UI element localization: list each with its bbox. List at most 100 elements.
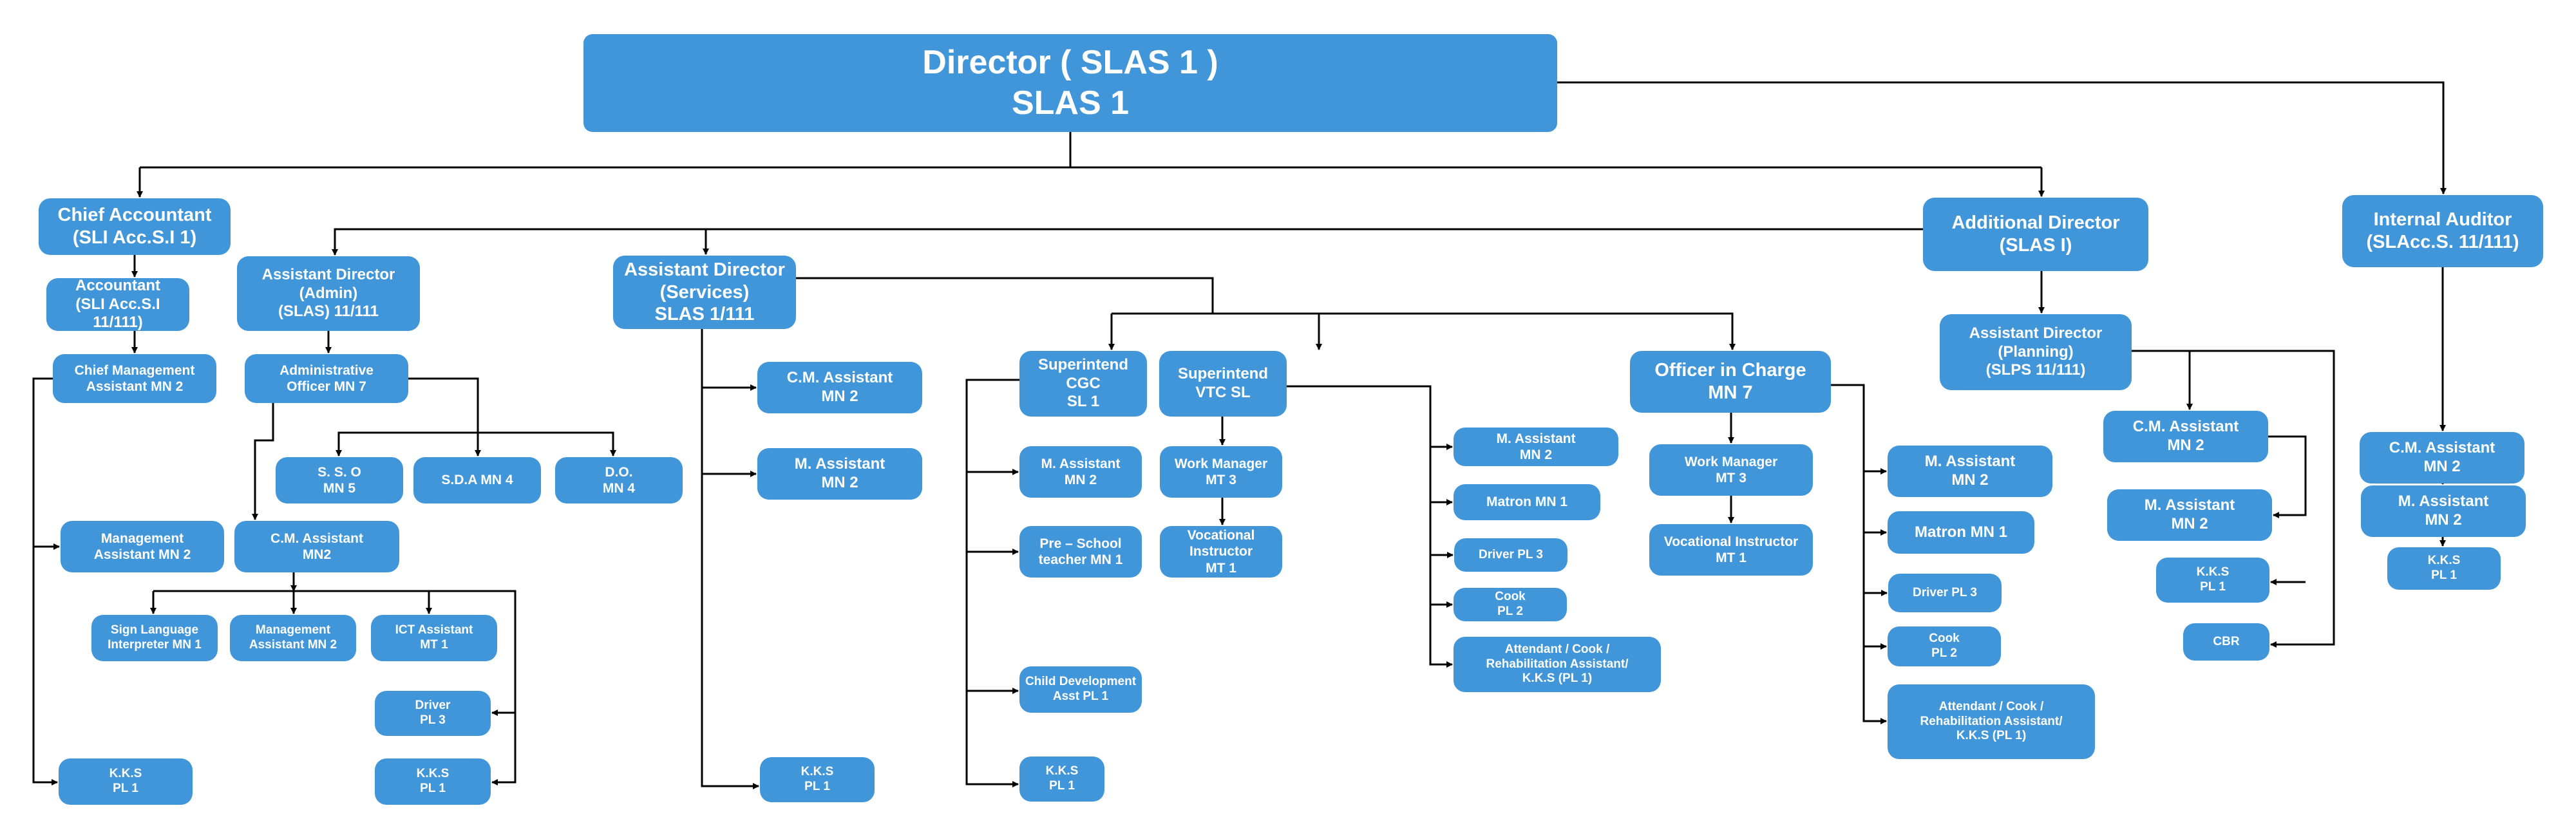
node-label: Driver PL 3 (415, 699, 451, 727)
node-label: Superintend VTC SL (1177, 365, 1268, 401)
node-label: S. S. O MN 5 (317, 464, 361, 496)
node-driver-vtc[interactable]: Driver PL 3 (1454, 538, 1567, 572)
node-label: Chief Accountant (SLI Acc.S.I 1) (57, 205, 212, 248)
node-work-manager-oic[interactable]: Work Manager MT 3 (1649, 444, 1813, 496)
node-cbr[interactable]: CBR (2183, 623, 2269, 661)
node-label: C.M. Assistant MN2 (270, 531, 363, 562)
node-m-assistant-planning[interactable]: M. Assistant MN 2 (2107, 489, 2272, 541)
node-label: Management Assistant MN 2 (249, 623, 337, 652)
node-label: Internal Auditor (SLAcc.S. 11/111) (2366, 209, 2519, 252)
node-sda[interactable]: S.D.A MN 4 (413, 457, 541, 503)
node-cook-vtc[interactable]: Cook PL 2 (1454, 588, 1567, 621)
node-label: Driver PL 3 (1913, 585, 1977, 599)
node-label: K.K.S PL 1 (2427, 554, 2461, 582)
connector-arrow (2268, 435, 2307, 518)
node-m-assistant-services[interactable]: M. Assistant MN 2 (757, 448, 922, 500)
node-internal-auditor[interactable]: Internal Auditor (SLAcc.S. 11/111) (2342, 195, 2543, 267)
node-label: S.D.A MN 4 (441, 473, 513, 488)
node-kks-accounts[interactable]: K.K.S PL 1 (59, 758, 193, 805)
node-label: Pre – School teacher MN 1 (1038, 536, 1123, 567)
node-management-assistant-accounts[interactable]: Management Assistant MN 2 (61, 521, 224, 572)
node-work-manager-vtc[interactable]: Work Manager MT 3 (1160, 446, 1282, 498)
connector-arrow (1287, 385, 1453, 668)
node-kks-services[interactable]: K.K.S PL 1 (760, 757, 875, 802)
node-vocational-instructor-oic[interactable]: Vocational Instructor MT 1 (1649, 524, 1813, 576)
node-cook-oic[interactable]: Cook PL 2 (1888, 626, 2001, 666)
node-child-development-asst[interactable]: Child Development Asst PL 1 (1019, 666, 1142, 713)
connector-arrow (478, 431, 616, 456)
node-label: M. Assistant MN 2 (794, 455, 886, 491)
node-cm-assistant-services[interactable]: C.M. Assistant MN 2 (757, 362, 922, 413)
node-chief-accountant[interactable]: Chief Accountant (SLI Acc.S.I 1) (39, 198, 231, 255)
connector-arrow (32, 377, 58, 785)
node-director[interactable]: Director ( SLAS 1 ) SLAS 1 (583, 34, 1557, 132)
node-label: K.K.S PL 1 (416, 767, 450, 795)
node-accountant[interactable]: Accountant (SLI Acc.S.I 11/111) (46, 277, 189, 331)
node-sign-language-interpreter[interactable]: Sign Language Interpreter MN 1 (91, 615, 218, 661)
node-label: Vocational Instructor MT 1 (1663, 534, 1799, 565)
node-superintend-cgc[interactable]: Superintend CGC SL 1 (1019, 351, 1147, 417)
node-assistant-director-services[interactable]: Assistant Director (Services) SLAS 1/111 (613, 256, 796, 329)
node-m-assistant-audit[interactable]: M. Assistant MN 2 (2361, 485, 2526, 537)
node-m-assistant-cgc[interactable]: M. Assistant MN 2 (1019, 446, 1142, 498)
node-cm-assistant-admin[interactable]: C.M. Assistant MN2 (234, 521, 399, 572)
node-label: K.K.S PL 1 (2196, 565, 2230, 594)
node-kks-cgc[interactable]: K.K.S PL 1 (1019, 757, 1104, 802)
node-label: K.K.S PL 1 (109, 767, 142, 795)
node-sso[interactable]: S. S. O MN 5 (276, 457, 403, 503)
node-label: Driver PL 3 (1479, 547, 1543, 561)
node-m-assistant-vtc[interactable]: M. Assistant MN 2 (1454, 428, 1618, 466)
node-superintend-vtc[interactable]: Superintend VTC SL (1159, 351, 1287, 417)
node-label: Superintend CGC SL 1 (1037, 355, 1128, 411)
node-assistant-director-admin[interactable]: Assistant Director (Admin) (SLAS) 11/111 (237, 256, 420, 331)
node-chief-management-assistant[interactable]: Chief Management Assistant MN 2 (53, 354, 216, 403)
node-additional-director[interactable]: Additional Director (SLAS I) (1923, 198, 2148, 271)
node-matron-oic[interactable]: Matron MN 1 (1888, 511, 2034, 554)
node-label: Cook PL 2 (1929, 632, 1960, 660)
node-ict-assistant[interactable]: ICT Assistant MT 1 (371, 615, 497, 661)
node-cm-assistant-planning[interactable]: C.M. Assistant MN 2 (2103, 411, 2268, 462)
node-label: CBR (2213, 634, 2240, 648)
node-preschool-teacher[interactable]: Pre – School teacher MN 1 (1019, 526, 1142, 578)
node-label: Cook PL 2 (1495, 590, 1526, 618)
node-label: K.K.S PL 1 (1045, 764, 1079, 793)
node-attendant-oic[interactable]: Attendant / Cook / Rehabilitation Assist… (1888, 684, 2095, 759)
node-label: M. Assistant MN 2 (1496, 431, 1576, 462)
connector-line (796, 277, 1214, 314)
node-assistant-director-planning[interactable]: Assistant Director (Planning) (SLPS 11/1… (1940, 314, 2132, 390)
node-label: Administrative Officer MN 7 (279, 362, 374, 394)
node-label: Assistant Director (Admin) (SLAS) 11/111 (261, 265, 395, 321)
connector-arrow (1557, 81, 2447, 194)
node-kks-planning[interactable]: K.K.S PL 1 (2156, 558, 2269, 603)
node-label: M. Assistant MN 2 (1041, 456, 1121, 487)
node-kks-audit[interactable]: K.K.S PL 1 (2387, 547, 2501, 590)
node-label: C.M. Assistant MN 2 (2132, 418, 2239, 454)
connector-arrow (252, 403, 274, 520)
connector-arrow (332, 228, 1923, 256)
node-attendant-vtc[interactable]: Attendant / Cook / Rehabilitation Assist… (1454, 637, 1661, 692)
org-chart: Director ( SLAS 1 ) SLAS 1 Chief Account… (0, 0, 2576, 837)
connector-arrow (701, 329, 759, 789)
node-label: M. Assistant MN 2 (2398, 493, 2489, 529)
node-label: Officer in Charge MN 7 (1654, 360, 1806, 403)
node-label: Assistant Director (Planning) (SLPS 11/1… (1969, 324, 2103, 379)
node-label: Matron MN 1 (1486, 494, 1567, 510)
node-driver-admin[interactable]: Driver PL 3 (375, 691, 491, 736)
node-driver-oic[interactable]: Driver PL 3 (1888, 574, 2002, 612)
node-kks-admin[interactable]: K.K.S PL 1 (375, 758, 491, 805)
node-do[interactable]: D.O. MN 4 (555, 457, 683, 503)
connector-arrow (1112, 312, 1736, 350)
node-label: K.K.S PL 1 (800, 765, 834, 793)
node-officer-in-charge[interactable]: Officer in Charge MN 7 (1630, 351, 1831, 413)
node-vocational-instructor-vtc[interactable]: Vocational Instructor MT 1 (1160, 526, 1282, 578)
node-matron-vtc[interactable]: Matron MN 1 (1454, 484, 1600, 520)
node-administrative-officer[interactable]: Administrative Officer MN 7 (245, 354, 408, 403)
node-label: D.O. MN 4 (602, 464, 636, 496)
node-management-assistant-admin[interactable]: Management Assistant MN 2 (230, 615, 356, 661)
node-cm-assistant-audit[interactable]: C.M. Assistant MN 2 (2360, 432, 2524, 484)
node-label: Management Assistant MN 2 (93, 531, 191, 562)
node-label: Vocational Instructor MT 1 (1187, 528, 1255, 576)
node-m-assistant-oic[interactable]: M. Assistant MN 2 (1888, 446, 2052, 497)
node-label: ICT Assistant MT 1 (395, 623, 473, 652)
node-label: C.M. Assistant MN 2 (2389, 439, 2496, 475)
